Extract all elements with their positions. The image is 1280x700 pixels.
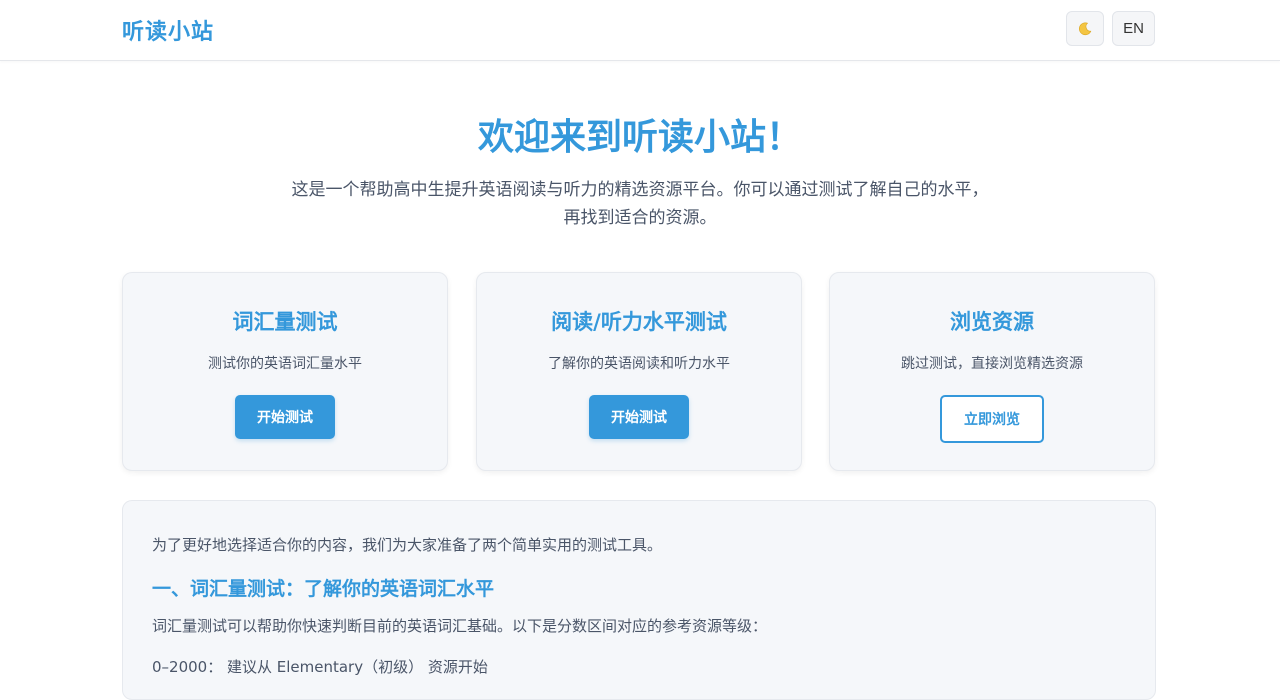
card-title: 词汇量测试 xyxy=(232,310,338,334)
site-logo[interactable]: 听读小站 xyxy=(122,14,214,46)
reading-listening-test-card: 阅读/听力水平测试 了解你的英语阅读和听力水平 开始测试 xyxy=(476,272,802,471)
vocabulary-test-card: 词汇量测试 测试你的英语词汇量水平 开始测试 xyxy=(122,272,448,471)
browse-now-button[interactable]: 立即浏览 xyxy=(940,395,1044,443)
page-title: 欢迎来到听读小站！ xyxy=(477,117,802,158)
info-paragraph: 词汇量测试可以帮助你快速判断目前的英语词汇基础。以下是分数区间对应的参考资源等级… xyxy=(152,617,768,635)
browse-resources-card: 浏览资源 跳过测试，直接浏览精选资源 立即浏览 xyxy=(829,272,1155,471)
score-range-item: 0–2000： 建议从 Elementary（初级） 资源开始 xyxy=(152,658,488,676)
hero-description: 这是一个帮助高中生提升英语阅读与听力的精选资源平台。你可以通过测试了解自己的水平… xyxy=(240,176,1040,232)
card-title: 浏览资源 xyxy=(950,310,1034,334)
hero-description-line: 这是一个帮助高中生提升英语阅读与听力的精选资源平台。你可以通过测试了解自己的水平… xyxy=(291,180,989,200)
top-nav: 听读小站 EN xyxy=(0,0,1280,61)
section-heading: 一、词汇量测试：了解你的英语词汇水平 xyxy=(152,578,495,600)
card-description: 测试你的英语词汇量水平 xyxy=(208,356,362,372)
hero-description-line: 再找到适合的资源。 xyxy=(563,208,717,228)
start-vocabulary-test-button[interactable]: 开始测试 xyxy=(235,395,335,439)
card-description: 了解你的英语阅读和听力水平 xyxy=(548,356,730,372)
card-description: 跳过测试，直接浏览精选资源 xyxy=(901,356,1083,372)
start-level-test-button[interactable]: 开始测试 xyxy=(589,395,689,439)
theme-toggle-button[interactable] xyxy=(1066,11,1104,46)
info-intro: 为了更好地选择适合你的内容，我们为大家准备了两个简单实用的测试工具。 xyxy=(152,536,663,554)
language-toggle-button[interactable]: EN xyxy=(1112,11,1155,46)
info-section: 为了更好地选择适合你的内容，我们为大家准备了两个简单实用的测试工具。 一、词汇量… xyxy=(122,500,1156,700)
moon-icon xyxy=(1079,21,1092,35)
card-title: 阅读/听力水平测试 xyxy=(551,310,727,334)
